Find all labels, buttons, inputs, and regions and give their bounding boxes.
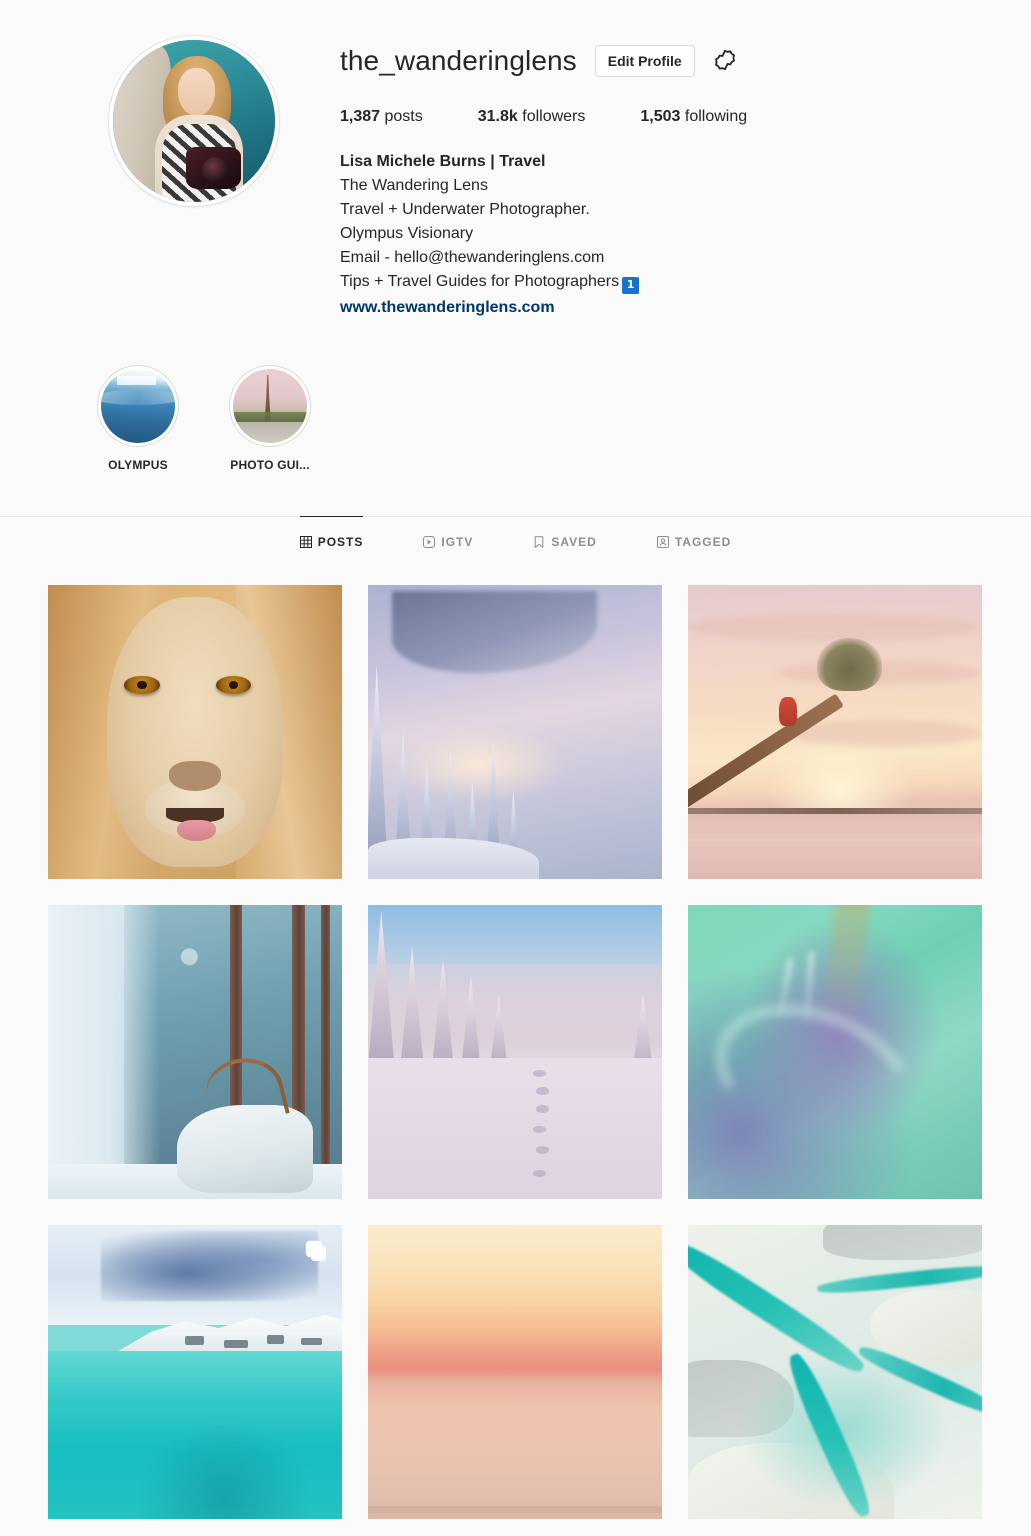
profile-stats: 1,387 posts 31.8k followers 1,503 follow…	[340, 108, 983, 126]
tab-saved[interactable]: SAVED	[533, 516, 596, 563]
post-cell-8[interactable]	[368, 1225, 662, 1519]
highlight-ring	[230, 366, 310, 446]
post-cell-4[interactable]	[48, 905, 342, 1199]
edit-profile-button[interactable]: Edit Profile	[594, 45, 695, 77]
palm-horizon-line	[688, 807, 982, 815]
avatar-column	[48, 32, 340, 320]
multiple-photos-icon	[304, 1239, 328, 1263]
lion-pupil-left	[137, 681, 147, 690]
highlight-cover-wave	[101, 389, 175, 405]
story-highlights: OLYMPUS PHOTO GUI...	[0, 320, 1031, 472]
followers-count: 31.8k	[477, 108, 518, 125]
highlight-label-photo-guides: PHOTO GUI...	[230, 458, 310, 472]
post-cell-2[interactable]	[368, 585, 662, 879]
bio-last-line-text: Tips + Travel Guides for Photographers	[340, 273, 620, 290]
stat-following[interactable]: 1,503 following	[640, 108, 747, 126]
post-cell-3[interactable]	[688, 585, 982, 879]
tab-label-posts: POSTS	[317, 535, 364, 549]
following-label: following	[684, 108, 748, 125]
underwater-shadow	[136, 1418, 313, 1519]
tab-tagged[interactable]: TAGGED	[656, 516, 732, 563]
posts-label: posts	[384, 108, 423, 125]
bio-line-1: Travel + Underwater Photographer.	[340, 201, 590, 218]
profile-info-column: the_wanderinglens Edit Profile 1,387 pos…	[340, 32, 983, 320]
animal-track	[535, 1087, 549, 1095]
tab-label-saved: SAVED	[551, 535, 597, 549]
animal-track	[532, 1125, 546, 1134]
profile-tabs-container: POSTS IGTV SAVED TAGGED	[0, 516, 1031, 563]
avatar-ring[interactable]	[109, 36, 279, 206]
mountain-rock	[300, 1338, 323, 1345]
bio-line-2: Olympus Visionary	[340, 225, 474, 242]
stat-posts: 1,387 posts	[340, 108, 423, 126]
lion-pupil-right	[228, 681, 238, 690]
stat-followers[interactable]: 31.8k followers	[478, 108, 586, 126]
bio-website-link[interactable]: www.thewanderinglens.com	[340, 296, 983, 320]
highlight-cover-label-strip	[117, 376, 156, 386]
post-cell-5[interactable]	[368, 905, 662, 1199]
post-cell-9[interactable]	[688, 1225, 982, 1519]
profile-header: the_wanderinglens Edit Profile 1,387 pos…	[0, 0, 1031, 320]
reindeer-mist	[48, 905, 160, 1199]
settings-gear-button[interactable]	[713, 48, 737, 75]
following-count: 1,503	[640, 108, 681, 125]
tab-label-tagged: TAGGED	[674, 535, 732, 549]
highlight-cover-river	[233, 422, 307, 443]
tagged-person-icon	[656, 536, 669, 548]
bio-line-3: Email - hello@thewanderinglens.com	[340, 249, 605, 266]
tab-posts[interactable]: POSTS	[299, 516, 364, 563]
instagram-profile-page: the_wanderinglens Edit Profile 1,387 pos…	[0, 0, 1031, 1536]
username: the_wanderinglens	[340, 45, 577, 76]
bio-full-name: Lisa Michele Burns | Travel	[340, 153, 546, 170]
post-cell-7[interactable]	[48, 1225, 342, 1519]
post-cell-6[interactable]	[688, 905, 982, 1199]
aurora-swirl	[693, 977, 936, 1180]
mountain-rock	[266, 1334, 284, 1344]
aerial-grey-sand	[823, 1225, 982, 1261]
highlight-ring	[98, 366, 178, 446]
posts-grid	[0, 563, 1031, 1519]
reindeer-tree-trunk	[321, 905, 331, 1199]
bio-badge-emoji: 1	[622, 276, 640, 294]
lion-nose	[168, 761, 222, 791]
highlight-olympus[interactable]: OLYMPUS	[96, 366, 180, 472]
mountain-rock	[184, 1336, 205, 1345]
lion-tongue	[177, 820, 216, 841]
palm-fronds	[817, 637, 883, 691]
tab-igtv[interactable]: IGTV	[423, 516, 473, 563]
palm-water	[688, 814, 982, 879]
bio-line-0: The Wandering Lens	[340, 177, 488, 194]
gradient-horizon-band	[368, 1505, 662, 1514]
underwater-clouds	[100, 1230, 319, 1302]
underwater-turquoise-water	[48, 1351, 342, 1519]
highlight-cover-olympus	[101, 369, 175, 443]
palm-cloud-band	[688, 614, 982, 641]
tracks-snow-field	[368, 1057, 662, 1199]
animal-track	[535, 1104, 549, 1113]
gear-icon	[713, 48, 737, 75]
profile-tabs: POSTS IGTV SAVED TAGGED	[0, 516, 1031, 563]
mountain-rock	[223, 1340, 248, 1348]
bookmark-icon	[533, 536, 545, 548]
bio-line-4: Tips + Travel Guides for Photographers 1	[340, 270, 983, 294]
bio: Lisa Michele Burns | Travel The Wanderin…	[340, 150, 983, 320]
avatar-camera-lens	[202, 156, 228, 183]
highlight-photo-guides[interactable]: PHOTO GUI...	[228, 366, 312, 472]
highlight-cover-photo-guides	[233, 369, 307, 443]
animal-track	[532, 1069, 546, 1078]
animal-track	[535, 1146, 549, 1154]
palm-person-in-red	[779, 696, 797, 727]
grid-icon	[299, 536, 312, 548]
followers-label: followers	[522, 108, 586, 125]
avatar-face	[177, 67, 216, 117]
highlight-label-olympus: OLYMPUS	[108, 458, 168, 472]
username-row: the_wanderinglens Edit Profile	[340, 40, 983, 82]
post-cell-1[interactable]	[48, 585, 342, 879]
animal-track	[532, 1169, 546, 1178]
tab-label-igtv: IGTV	[441, 535, 474, 549]
posts-count: 1,387	[340, 108, 381, 125]
avatar[interactable]	[113, 40, 275, 202]
igtv-icon	[423, 536, 436, 548]
